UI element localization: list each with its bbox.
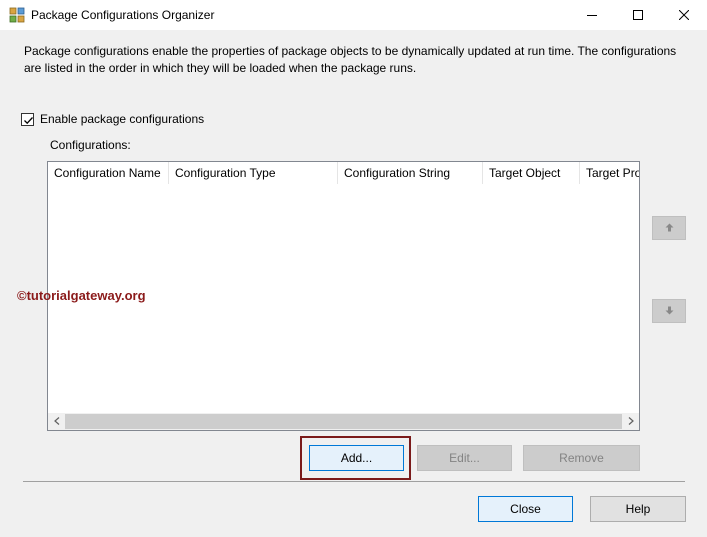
scrollbar-thumb[interactable]: [65, 414, 622, 429]
scroll-right-button[interactable]: [622, 413, 639, 430]
close-window-button[interactable]: [661, 0, 707, 30]
separator: [23, 481, 685, 482]
watermark: ©tutorialgateway.org: [17, 288, 146, 303]
add-button[interactable]: Add...: [309, 445, 404, 471]
remove-button[interactable]: Remove: [523, 445, 640, 471]
column-header-configuration-name[interactable]: Configuration Name: [48, 162, 169, 184]
column-header-configuration-string[interactable]: Configuration String: [338, 162, 483, 184]
check-icon: [24, 116, 33, 124]
move-up-button[interactable]: [652, 216, 686, 240]
move-down-button[interactable]: [652, 299, 686, 323]
scroll-left-button[interactable]: [48, 413, 65, 430]
window-title: Package Configurations Organizer: [31, 8, 215, 22]
minimize-button[interactable]: [569, 0, 615, 30]
description-text: Package configurations enable the proper…: [24, 44, 677, 75]
enable-configurations-checkbox[interactable]: [21, 112, 34, 126]
column-header-target-property[interactable]: Target Pro: [580, 162, 639, 184]
close-icon: [679, 10, 689, 20]
minimize-icon: [587, 10, 597, 20]
horizontal-scrollbar[interactable]: [48, 413, 639, 430]
maximize-button[interactable]: [615, 0, 661, 30]
configurations-label: Configurations:: [50, 138, 131, 152]
help-button[interactable]: Help: [590, 496, 686, 522]
chevron-right-icon: [628, 416, 634, 428]
arrow-up-icon: [665, 221, 674, 235]
close-button[interactable]: Close: [478, 496, 573, 522]
arrow-down-icon: [665, 304, 674, 318]
enable-configurations-label[interactable]: Enable package configurations: [40, 112, 204, 126]
column-header-target-object[interactable]: Target Object: [483, 162, 580, 184]
enable-configurations-checkbox-row[interactable]: Enable package configurations: [21, 111, 204, 127]
edit-button[interactable]: Edit...: [417, 445, 512, 471]
list-header: Configuration Name Configuration Type Co…: [48, 162, 639, 184]
package-icon: [9, 7, 25, 23]
column-header-configuration-type[interactable]: Configuration Type: [169, 162, 338, 184]
title-bar: Package Configurations Organizer: [0, 0, 707, 30]
chevron-left-icon: [53, 416, 60, 428]
maximize-icon: [633, 10, 643, 20]
